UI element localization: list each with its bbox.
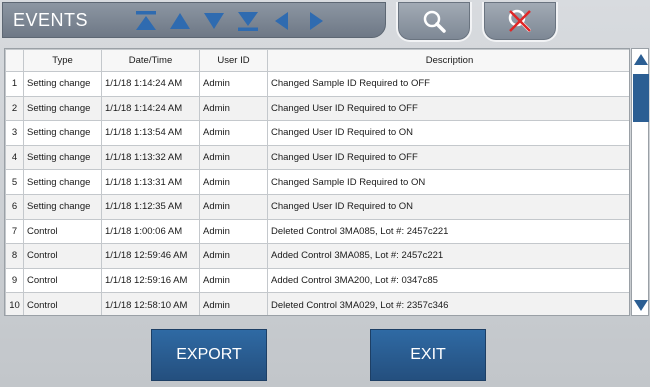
cell-type: Control xyxy=(23,218,102,245)
cell-type: Setting change xyxy=(23,71,102,97)
cell-user-id: Admin xyxy=(199,292,268,315)
page-down-button[interactable] xyxy=(201,7,227,35)
row-number: 4 xyxy=(5,144,24,171)
page-up-icon xyxy=(170,13,190,29)
cell-description: Changed Sample ID Required to OFF xyxy=(267,71,629,97)
table-row[interactable]: 1 Setting change 1/1/18 1:14:24 AM Admin… xyxy=(5,71,629,97)
cell-datetime: 1/1/18 12:58:10 AM xyxy=(101,292,200,315)
cell-datetime: 1/1/18 12:59:16 AM xyxy=(101,267,200,294)
cell-type: Setting change xyxy=(23,144,102,171)
cell-datetime: 1/1/18 1:13:54 AM xyxy=(101,120,200,146)
cell-type: Control xyxy=(23,267,102,294)
table-row[interactable]: 6 Setting change 1/1/18 1:12:35 AM Admin… xyxy=(5,193,629,220)
cell-description: Changed User ID Required to ON xyxy=(267,193,629,220)
page-up-button[interactable] xyxy=(167,7,193,35)
scroll-down-button[interactable] xyxy=(633,298,649,312)
cell-description: Added Control 3MA200, Lot #: 0347c85 xyxy=(267,267,629,294)
cell-type: Control xyxy=(23,292,102,315)
cell-type: Control xyxy=(23,243,102,269)
cell-datetime: 1/1/18 1:13:31 AM xyxy=(101,169,200,195)
page-title: EVENTS xyxy=(13,10,89,30)
table-row[interactable]: 4 Setting change 1/1/18 1:13:32 AM Admin… xyxy=(5,144,629,171)
row-number: 6 xyxy=(5,193,24,220)
export-button[interactable]: EXPORT xyxy=(151,329,267,381)
cell-description: Changed User ID Required to OFF xyxy=(267,144,629,171)
row-number: 3 xyxy=(5,120,24,146)
clear-filter-button[interactable] xyxy=(482,2,558,42)
cell-description: Added Control 3MA085, Lot #: 2457c221 xyxy=(267,243,629,269)
cell-user-id: Admin xyxy=(199,193,268,220)
column-header-number xyxy=(5,49,24,72)
scroll-left-button[interactable] xyxy=(269,7,295,35)
cell-user-id: Admin xyxy=(199,267,268,294)
cell-user-id: Admin xyxy=(199,243,268,269)
cell-type: Setting change xyxy=(23,95,102,122)
cell-type: Setting change xyxy=(23,193,102,220)
cell-description: Changed User ID Required to OFF xyxy=(267,95,629,122)
cell-datetime: 1/1/18 1:14:24 AM xyxy=(101,95,200,122)
vertical-scrollbar[interactable] xyxy=(631,48,649,316)
row-number: 8 xyxy=(5,243,24,269)
column-header-datetime[interactable]: Date/Time xyxy=(101,49,200,72)
cell-description: Deleted Control 3MA029, Lot #: 2357c346 xyxy=(267,292,629,315)
row-number: 1 xyxy=(5,71,24,97)
events-table: Type Date/Time User ID Description 1 Set… xyxy=(4,48,630,316)
row-number: 2 xyxy=(5,95,24,122)
search-icon xyxy=(423,10,446,33)
cell-user-id: Admin xyxy=(199,120,268,146)
table-row[interactable]: 7 Control 1/1/18 1:00:06 AM Admin Delete… xyxy=(5,218,629,245)
table-row[interactable]: 9 Control 1/1/18 12:59:16 AM Admin Added… xyxy=(5,267,629,294)
cell-datetime: 1/1/18 1:12:35 AM xyxy=(101,193,200,220)
table-row[interactable]: 5 Setting change 1/1/18 1:13:31 AM Admin… xyxy=(5,169,629,195)
first-page-icon xyxy=(136,11,156,30)
cell-datetime: 1/1/18 1:00:06 AM xyxy=(101,218,200,245)
cell-datetime: 1/1/18 12:59:46 AM xyxy=(101,243,200,269)
cell-description: Changed Sample ID Required to ON xyxy=(267,169,629,195)
table-row[interactable]: 3 Setting change 1/1/18 1:13:54 AM Admin… xyxy=(5,120,629,146)
cell-user-id: Admin xyxy=(199,144,268,171)
exit-button[interactable]: EXIT xyxy=(370,329,486,381)
column-header-description[interactable]: Description xyxy=(267,49,629,72)
scroll-left-icon xyxy=(275,12,288,30)
cell-datetime: 1/1/18 1:13:32 AM xyxy=(101,144,200,171)
cell-user-id: Admin xyxy=(199,169,268,195)
cell-datetime: 1/1/18 1:14:24 AM xyxy=(101,71,200,97)
last-page-icon xyxy=(238,12,258,31)
scroll-down-arrow-icon xyxy=(634,299,648,311)
scroll-up-button[interactable] xyxy=(633,52,649,66)
scroll-thumb[interactable] xyxy=(633,74,649,122)
search-button[interactable] xyxy=(396,2,472,42)
column-header-user-id[interactable]: User ID xyxy=(199,49,268,72)
header: EVENTS xyxy=(2,2,648,42)
last-page-button[interactable] xyxy=(235,7,261,35)
cell-description: Deleted Control 3MA085, Lot #: 2457c221 xyxy=(267,218,629,245)
scroll-right-button[interactable] xyxy=(303,7,329,35)
scroll-up-arrow-icon xyxy=(634,53,648,65)
clear-filter-icon xyxy=(508,9,531,32)
row-number: 7 xyxy=(5,218,24,245)
cell-user-id: Admin xyxy=(199,71,268,97)
table-row[interactable]: 2 Setting change 1/1/18 1:14:24 AM Admin… xyxy=(5,95,629,122)
cell-type: Setting change xyxy=(23,169,102,195)
title-bar: EVENTS xyxy=(2,2,386,38)
scroll-right-icon xyxy=(310,12,323,30)
row-number: 10 xyxy=(5,292,24,315)
table-row[interactable]: 10 Control 1/1/18 12:58:10 AM Admin Dele… xyxy=(5,292,629,315)
events-screen: EVENTS Type Date/Time User ID Descriptio… xyxy=(0,0,650,387)
column-header-type[interactable]: Type xyxy=(23,49,102,72)
table-row[interactable]: 8 Control 1/1/18 12:59:46 AM Admin Added… xyxy=(5,243,629,269)
page-down-icon xyxy=(204,13,224,29)
cell-user-id: Admin xyxy=(199,95,268,122)
row-number: 5 xyxy=(5,169,24,195)
first-page-button[interactable] xyxy=(133,7,159,35)
cell-user-id: Admin xyxy=(199,218,268,245)
row-number: 9 xyxy=(5,267,24,294)
table-header-row: Type Date/Time User ID Description xyxy=(5,49,629,72)
cell-description: Changed User ID Required to ON xyxy=(267,120,629,146)
cell-type: Setting change xyxy=(23,120,102,146)
